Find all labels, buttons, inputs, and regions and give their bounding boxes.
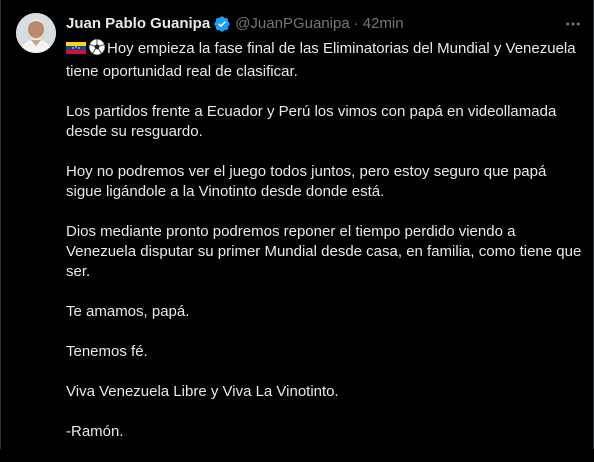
first-paragraph-text: Hoy empieza la fase final de las Elimina… xyxy=(66,40,576,80)
avatar[interactable] xyxy=(16,13,56,53)
tweet-paragraph: Hoy empieza la fase final de las Elimina… xyxy=(66,38,586,82)
verified-badge-icon[interactable] xyxy=(213,15,231,33)
tweet-header: Juan Pablo Guanipa @JuanPGuanipa · 42min xyxy=(66,14,404,34)
tweet-paragraph: Los partidos frente a Ecuador y Perú los… xyxy=(66,103,561,140)
author-display-name[interactable]: Juan Pablo Guanipa xyxy=(66,14,210,34)
more-options-icon[interactable] xyxy=(563,14,583,34)
timestamp[interactable]: 42min xyxy=(363,14,404,34)
profile-photo-icon xyxy=(16,13,56,53)
tweet-card[interactable]: Juan Pablo Guanipa @JuanPGuanipa · 42min… xyxy=(0,0,594,449)
tweet-paragraph: Dios mediante pronto podremos reponer el… xyxy=(66,223,586,280)
tweet-text: Hoy empieza la fase final de las Elimina… xyxy=(66,38,586,462)
separator-dot: · xyxy=(353,15,359,32)
tweet-paragraph: Te amamos, papá. xyxy=(66,303,190,320)
tweet-paragraph: Viva Venezuela Libre y Viva La Vinotinto… xyxy=(66,383,339,400)
venezuela-flag-emoji xyxy=(66,40,86,62)
tweet-paragraph: Hoy no podremos ver el juego todos junto… xyxy=(66,163,551,200)
author-handle[interactable]: @JuanPGuanipa xyxy=(235,14,349,34)
tweet-paragraph: Tenemos fé. xyxy=(66,343,148,360)
soccer-ball-emoji xyxy=(88,38,106,62)
tweet-paragraph: -Ramón. xyxy=(66,423,124,440)
